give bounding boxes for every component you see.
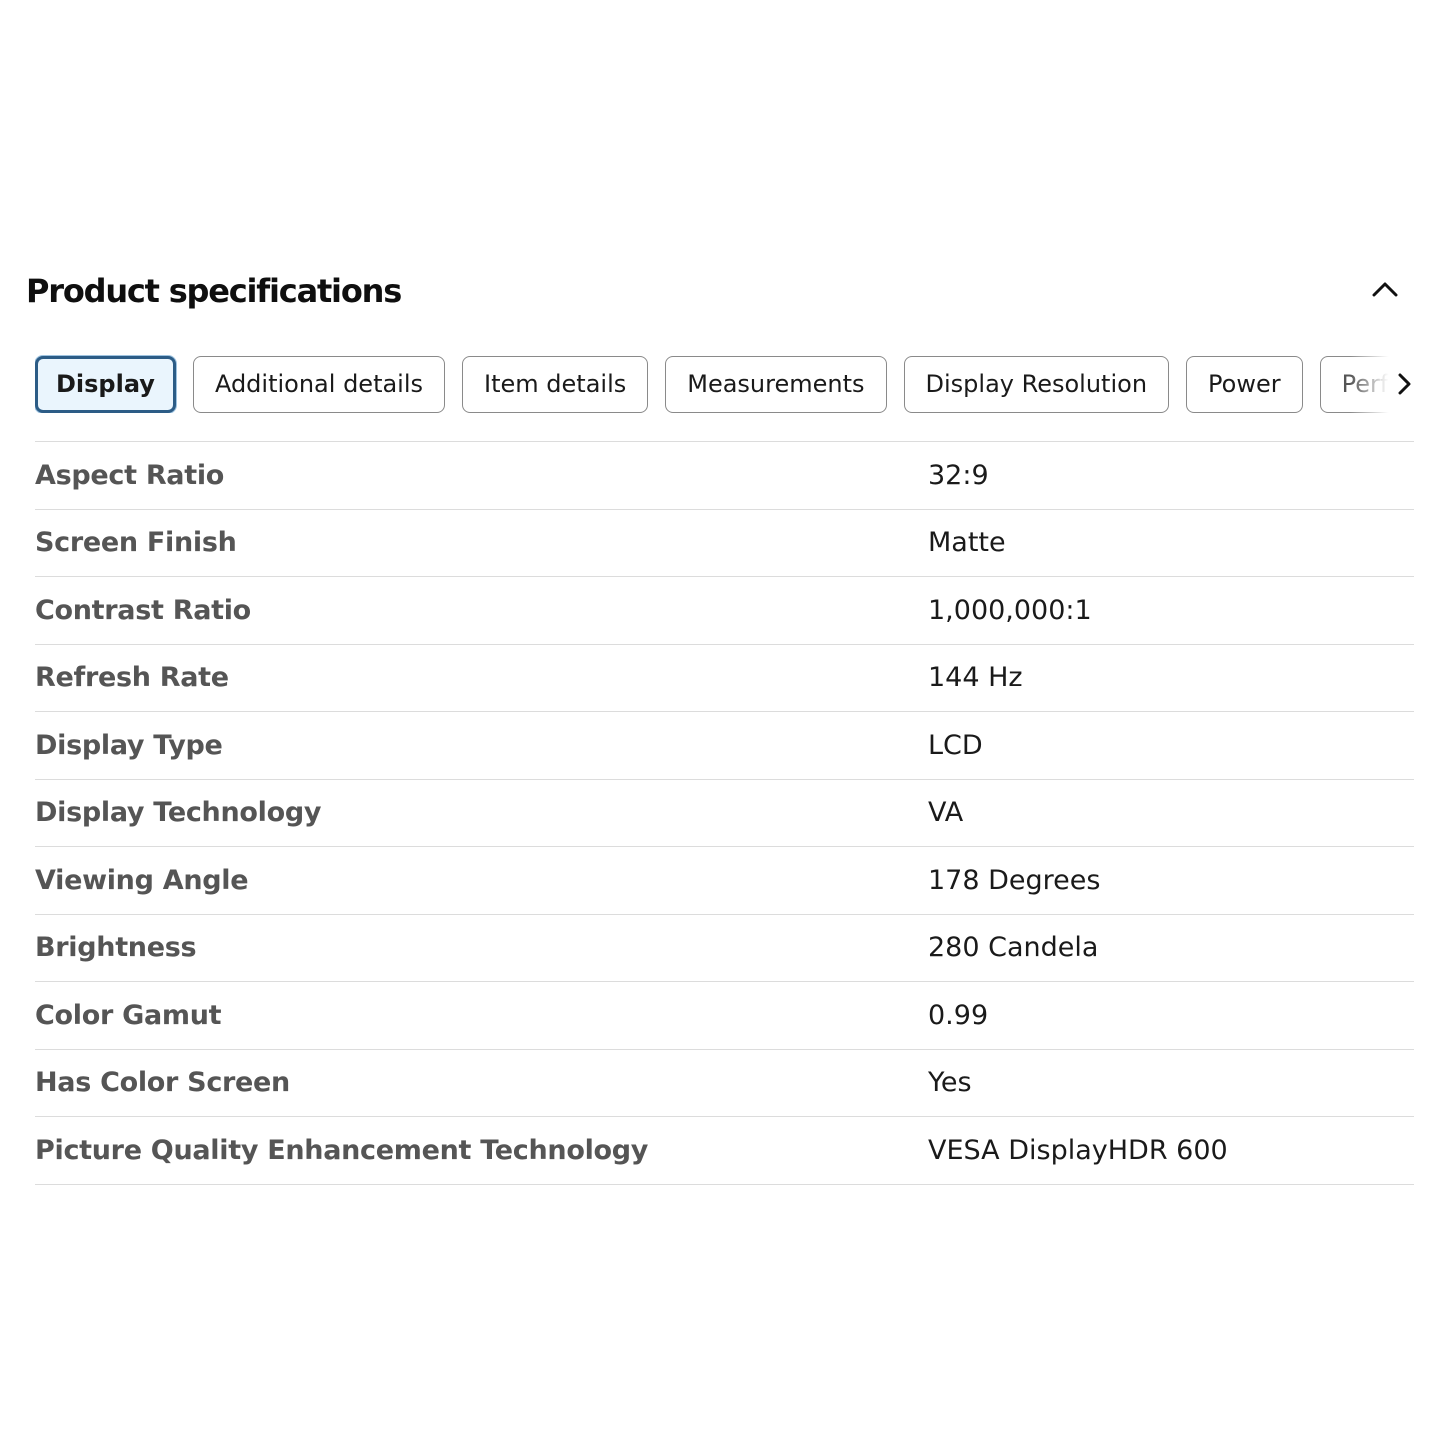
spec-label: Refresh Rate [35,662,229,694]
section-title: Product specifications [26,272,402,310]
spec-value: VA [928,797,964,829]
spec-label: Color Gamut [35,999,222,1031]
tabs-scroll-right-button[interactable] [1390,369,1418,399]
product-specifications-section: Product specifications [0,258,1440,328]
spec-row-contrast-ratio: Contrast Ratio 1,000,000:1 [35,577,1414,645]
spec-row-refresh-rate: Refresh Rate 144 Hz [35,645,1414,712]
spec-label: Picture Quality Enhancement Technology [35,1134,649,1166]
spec-row-picture-quality: Picture Quality Enhancement Technology V… [35,1117,1414,1185]
page: Product specifications Display Additiona… [0,0,1440,1440]
spec-row-screen-finish: Screen Finish Matte [35,510,1414,577]
spec-row-display-type: Display Type LCD [35,712,1414,780]
collapse-button[interactable] [1364,268,1406,310]
spec-value: VESA DisplayHDR 600 [928,1134,1228,1166]
spec-value: 1,000,000:1 [928,594,1092,626]
section-header: Product specifications [0,258,1440,328]
spec-label: Screen Finish [35,527,237,559]
spec-value: 144 Hz [928,662,1023,694]
spec-tabs-scroller: Display Additional details Item details … [35,355,1420,413]
tab-display-resolution[interactable]: Display Resolution [903,355,1170,413]
spec-value: LCD [928,729,983,761]
spec-row-viewing-angle: Viewing Angle 178 Degrees [35,847,1414,915]
spec-row-display-technology: Display Technology VA [35,780,1414,847]
spec-label: Contrast Ratio [35,594,251,626]
chevron-up-icon [1372,282,1398,297]
spec-label: Brightness [35,932,197,964]
spec-table: Aspect Ratio 32:9 Screen Finish Matte Co… [35,441,1414,1185]
spec-row-aspect-ratio: Aspect Ratio 32:9 [35,442,1414,510]
spec-label: Aspect Ratio [35,459,225,491]
spec-label: Display Technology [35,797,322,829]
tab-additional-details[interactable]: Additional details [192,355,446,413]
spec-value: 0.99 [928,999,989,1031]
spec-value: 178 Degrees [928,864,1101,896]
tab-display[interactable]: Display [35,355,176,413]
spec-value: 280 Candela [928,932,1099,964]
spec-label: Display Type [35,729,223,761]
chevron-right-icon [1398,373,1411,395]
spec-row-has-color-screen: Has Color Screen Yes [35,1050,1414,1117]
spec-row-brightness: Brightness 280 Candela [35,915,1414,982]
tab-measurements[interactable]: Measurements [665,355,887,413]
spec-value: Yes [928,1067,972,1099]
spec-value: 32:9 [928,459,989,491]
spec-tabs: Display Additional details Item details … [35,355,1420,413]
spec-label: Has Color Screen [35,1067,290,1099]
spec-label: Viewing Angle [35,864,249,896]
tab-item-details[interactable]: Item details [462,355,649,413]
tab-power[interactable]: Power [1186,355,1303,413]
spec-value: Matte [928,527,1006,559]
spec-row-color-gamut: Color Gamut 0.99 [35,982,1414,1050]
